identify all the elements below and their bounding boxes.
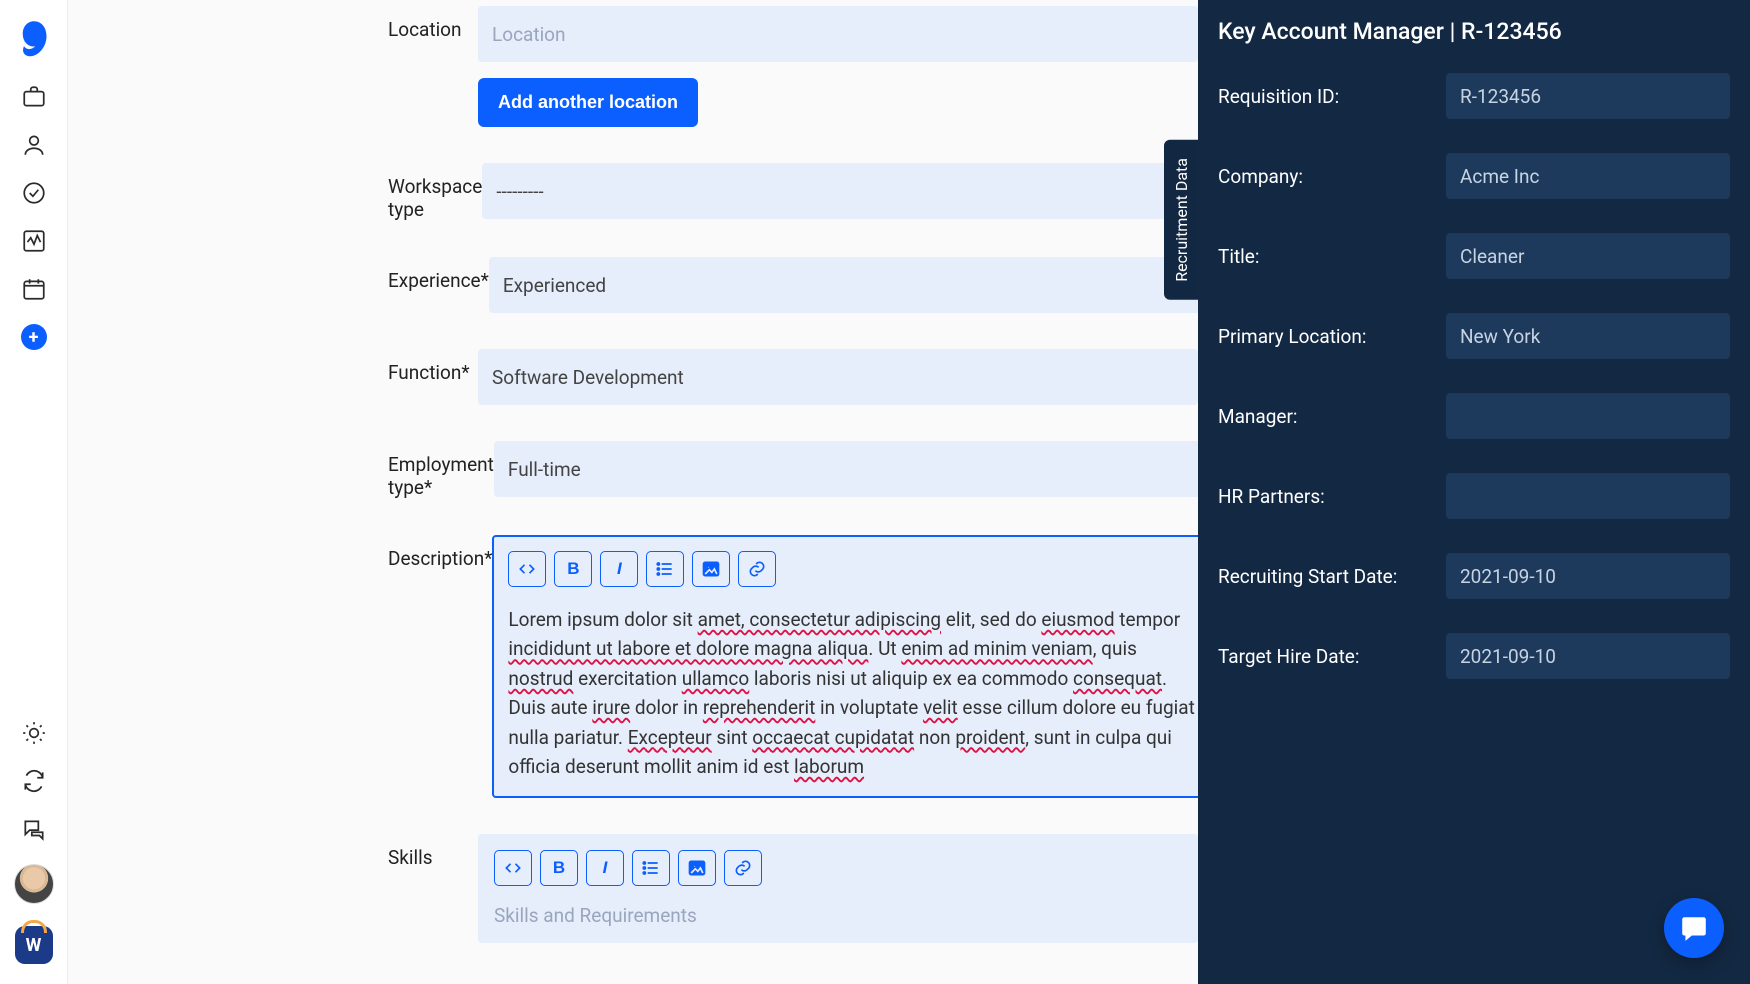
hr-partners-label: HR Partners: <box>1218 485 1446 508</box>
primary-location-field[interactable]: New York <box>1446 313 1730 359</box>
main-area: Location Location Add another location W… <box>68 0 1750 984</box>
title-field[interactable]: Cleaner <box>1446 233 1730 279</box>
calendar-icon[interactable] <box>21 276 47 302</box>
manager-label: Manager: <box>1218 405 1446 428</box>
location-label: Location <box>388 6 478 41</box>
code-icon[interactable] <box>508 551 546 587</box>
app-badge[interactable]: W <box>15 926 53 964</box>
recruiting-start-date-field[interactable]: 2021-09-10 <box>1446 553 1730 599</box>
skills-placeholder: Skills and Requirements <box>494 904 1182 927</box>
image-icon[interactable] <box>678 850 716 886</box>
experience-label: Experience* <box>388 257 489 292</box>
add-location-button[interactable]: Add another location <box>478 78 698 127</box>
skills-label: Skills <box>388 834 478 869</box>
list-icon[interactable] <box>646 551 684 587</box>
company-label: Company: <box>1218 165 1446 188</box>
intercom-launcher[interactable] <box>1664 898 1724 958</box>
check-circle-icon[interactable] <box>21 180 47 206</box>
experience-select[interactable]: Experienced <box>489 257 1209 313</box>
italic-icon[interactable]: I <box>586 850 624 886</box>
panel-title: Key Account Manager | R-123456 <box>1218 18 1730 45</box>
code-icon[interactable] <box>494 850 532 886</box>
italic-icon[interactable]: I <box>600 551 638 587</box>
link-icon[interactable] <box>738 551 776 587</box>
recruitment-data-panel: Key Account Manager | R-123456 Requisiti… <box>1198 0 1750 984</box>
workspace-type-label: Workspace type <box>388 163 482 221</box>
recruitment-data-tab[interactable]: Recruitment Data <box>1164 140 1199 300</box>
briefcase-icon[interactable] <box>21 84 47 110</box>
target-hire-date-label: Target Hire Date: <box>1218 645 1446 668</box>
requisition-id-label: Requisition ID: <box>1218 85 1446 108</box>
title-label: Title: <box>1218 245 1446 268</box>
employment-type-select[interactable]: Full-time <box>494 441 1214 497</box>
skills-editor[interactable]: B I Skills and Requirements <box>478 834 1198 943</box>
refresh-icon[interactable] <box>21 768 47 794</box>
recruiting-start-date-label: Recruiting Start Date: <box>1218 565 1446 588</box>
sidebar: + W <box>0 0 68 984</box>
user-avatar[interactable] <box>14 864 54 904</box>
add-button[interactable]: + <box>21 324 47 350</box>
app-logo <box>19 20 49 56</box>
skills-toolbar: B I <box>494 850 1182 886</box>
workspace-type-select[interactable]: --------- <box>482 163 1202 219</box>
hr-partners-field[interactable] <box>1446 473 1730 519</box>
sun-icon[interactable] <box>21 720 47 746</box>
list-icon[interactable] <box>632 850 670 886</box>
bold-icon[interactable]: B <box>540 850 578 886</box>
company-field[interactable]: Acme Inc <box>1446 153 1730 199</box>
function-label: Function* <box>388 349 478 384</box>
activity-icon[interactable] <box>21 228 47 254</box>
function-select[interactable]: Software Development <box>478 349 1198 405</box>
chat-icon[interactable] <box>21 816 47 842</box>
bold-icon[interactable]: B <box>554 551 592 587</box>
description-editor[interactable]: B I Lorem ipsum dolor sit amet, consecte… <box>492 535 1212 798</box>
job-form: Location Location Add another location W… <box>68 0 1198 984</box>
person-icon[interactable] <box>21 132 47 158</box>
primary-location-label: Primary Location: <box>1218 325 1446 348</box>
manager-field[interactable] <box>1446 393 1730 439</box>
description-textarea[interactable]: Lorem ipsum dolor sit amet, consectetur … <box>508 605 1196 782</box>
target-hire-date-field[interactable]: 2021-09-10 <box>1446 633 1730 679</box>
link-icon[interactable] <box>724 850 762 886</box>
employment-type-label: Employment type* <box>388 441 494 499</box>
description-toolbar: B I <box>508 551 1196 587</box>
location-input[interactable]: Location <box>478 6 1198 62</box>
image-icon[interactable] <box>692 551 730 587</box>
requisition-id-field[interactable]: R-123456 <box>1446 73 1730 119</box>
description-label: Description* <box>388 535 492 570</box>
